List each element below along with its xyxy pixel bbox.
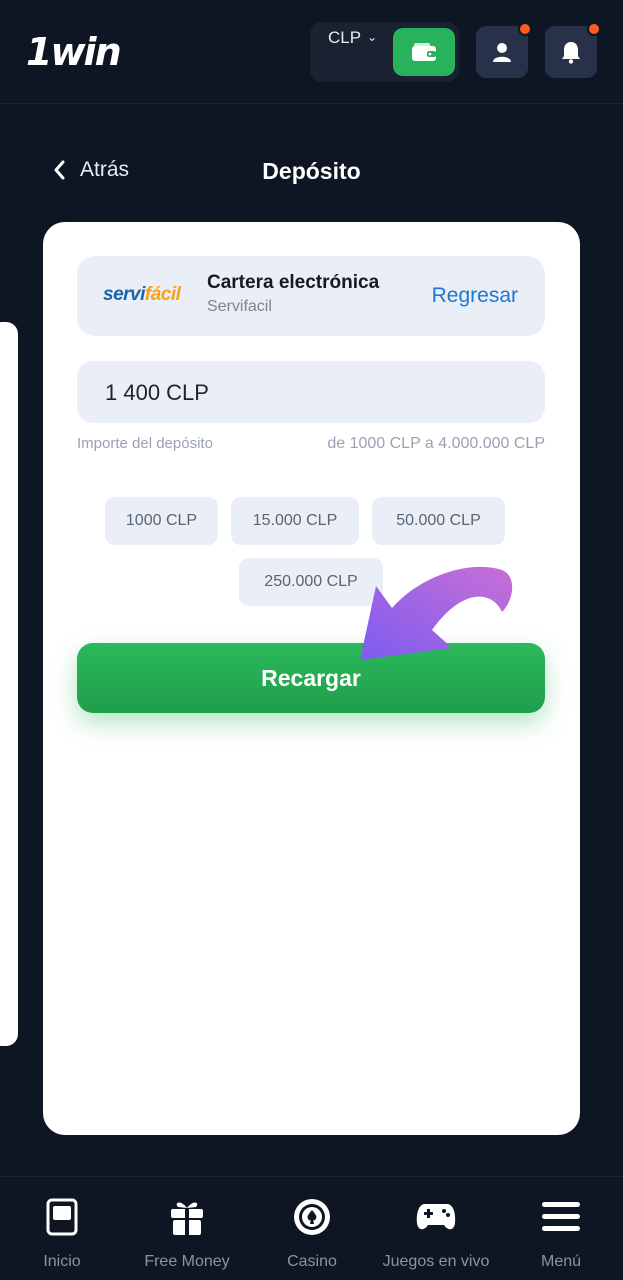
nav-item-menu[interactable]: Menú <box>499 1195 623 1271</box>
nav-label: Inicio <box>43 1253 81 1270</box>
nav-item-juegos-en-vivo[interactable]: Juegos en vivo <box>374 1195 498 1271</box>
notifications-button[interactable] <box>545 22 601 78</box>
nav-item-free-money[interactable]: Free Money <box>125 1195 249 1271</box>
method-provider: Servifacil <box>207 298 272 315</box>
logo-text: servi <box>103 284 145 305</box>
wallet-button[interactable] <box>393 28 455 76</box>
home-icon <box>46 1195 78 1239</box>
currency-label: CLP <box>328 28 362 47</box>
nav-label: Juegos en vivo <box>382 1253 490 1270</box>
nav-label: Menú <box>540 1253 582 1270</box>
method-name: Cartera electrónica <box>207 272 380 293</box>
amount-value: 1 400 CLP <box>105 380 209 405</box>
deposit-card: servifácil Cartera electrónica Servifaci… <box>43 222 580 1135</box>
nav-label: Casino <box>287 1253 337 1270</box>
payment-method: servifácil Cartera electrónica Servifaci… <box>77 256 545 336</box>
menu-icon <box>541 1195 581 1239</box>
balance-widget[interactable]: CLP ⌄ <box>310 22 459 82</box>
preset-amount-chip[interactable]: 15.000 CLP <box>231 497 359 545</box>
amount-label: Importe del depósito <box>77 435 213 452</box>
wallet-icon <box>412 43 436 61</box>
casino-chip-icon <box>292 1195 332 1239</box>
logo-text-accent: fácil <box>144 284 181 305</box>
servifacil-logo: servifácil <box>103 284 181 306</box>
nav-item-casino[interactable]: Casino <box>250 1195 374 1271</box>
notification-dot <box>587 22 601 36</box>
preset-amount-chip[interactable]: 50.000 CLP <box>372 497 505 545</box>
amount-input[interactable]: 1 400 CLP <box>77 361 545 423</box>
preset-amount-chip[interactable]: 1000 CLP <box>105 497 218 545</box>
pointer-arrow-icon <box>360 566 513 660</box>
bottom-nav: Inicio Free Money Casino Juegos en vivo … <box>0 1176 623 1280</box>
user-icon <box>493 43 511 62</box>
nav-label: Free Money <box>144 1253 230 1270</box>
side-panel-edge <box>0 322 18 1046</box>
currency-selector[interactable]: CLP ⌄ <box>328 28 377 48</box>
chevron-down-icon: ⌄ <box>367 30 378 44</box>
bell-icon <box>562 42 580 64</box>
page-title: Depósito <box>262 158 361 184</box>
gamepad-icon <box>415 1195 457 1239</box>
amount-range: de 1000 CLP a 4.000.000 CLP <box>327 435 545 452</box>
profile-button[interactable] <box>476 22 532 78</box>
change-method-link[interactable]: Regresar <box>432 284 518 308</box>
notification-dot <box>518 22 532 36</box>
brand-logo[interactable]: 1win <box>26 30 122 74</box>
top-header: 1win CLP ⌄ <box>0 0 623 104</box>
nav-item-inicio[interactable]: Inicio <box>0 1195 124 1271</box>
gift-icon <box>168 1195 206 1239</box>
